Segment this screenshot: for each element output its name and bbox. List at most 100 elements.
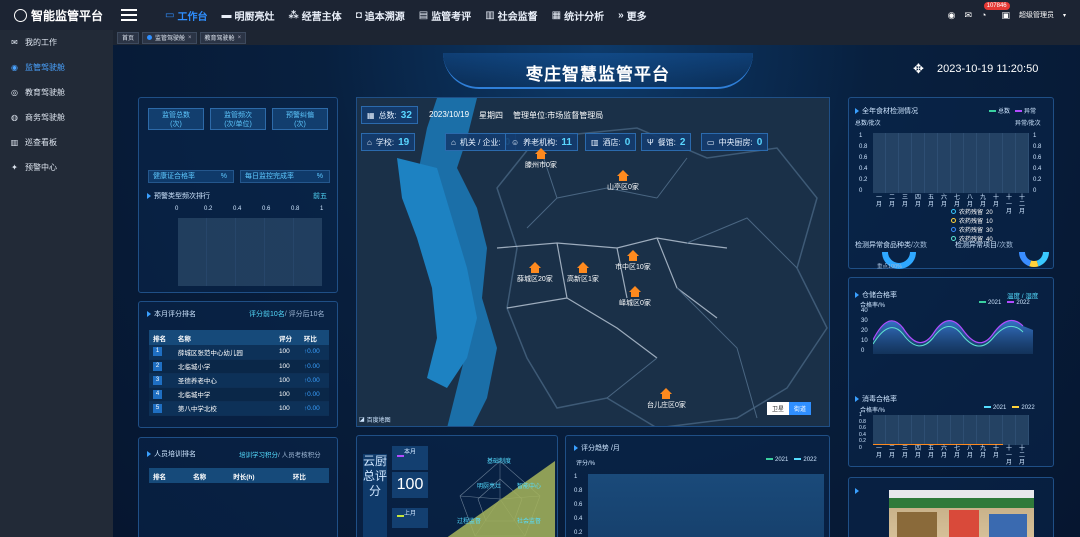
trend-ytick: 0.6 [574, 502, 583, 508]
table-row[interactable]: 4 北临城中学 100 ↑0.00 [149, 387, 329, 402]
nav-item-7[interactable]: » 更多 [618, 8, 647, 23]
sidebar-item-0[interactable]: ✉ 我的工作 [0, 30, 113, 55]
live-photo-panel [848, 477, 1054, 537]
sidebar-item-1[interactable]: ◉ 监管驾驶舱 [0, 55, 113, 80]
sidebar-item-4[interactable]: ▥ 巡查看板 [0, 130, 113, 155]
food-test-legend-abnormal[interactable]: 异常 [1015, 106, 1036, 115]
abnormal-legend-item[interactable]: 农药残留 10 [951, 216, 993, 225]
map-marker-1[interactable]: 山亭区0家 [607, 170, 639, 192]
map-marker-3[interactable]: 高新区1家 [567, 262, 599, 284]
cell-name: 北临城小学 [177, 364, 211, 371]
trend-legend-2021[interactable]: 2021 [766, 457, 788, 463]
brand[interactable]: 智能监管平台 [0, 7, 113, 24]
map-marker-0[interactable]: 滕州市0家 [525, 148, 557, 170]
tab-1[interactable]: 监管驾驶舱 × [142, 31, 197, 44]
score-bottom-tab[interactable]: / 评分后10名 [285, 311, 325, 318]
legend-ring-icon [951, 209, 956, 214]
kitchen-photo[interactable] [889, 490, 1034, 537]
cloud-kitchen-panel: 云厨总评分 本月 100 上月 基础制度 明厨亮灶 智能中心 过程监督 社会监督 [356, 435, 558, 537]
map-marker-5[interactable]: 峄城区0家 [619, 286, 651, 308]
map-filter-chip-5[interactable]: ▭ 中央厨房: 0 [701, 133, 769, 151]
fullscreen-icon[interactable]: ✥ [913, 61, 924, 77]
nav-item-1[interactable]: ▬ 明厨亮灶 [221, 8, 274, 23]
stat-button-2[interactable]: 预警纠偏 (次) [272, 108, 328, 130]
cell-score: 100 [278, 376, 290, 384]
nav-item-2[interactable]: ⁂ 经营主体 [288, 8, 341, 23]
legend-name: 农药残留 [959, 237, 984, 243]
radar-label: 基础制度 [487, 459, 512, 465]
satellite-map-button[interactable]: 卫星 [767, 402, 790, 415]
location-pin-base [618, 176, 627, 181]
warning-rank-tick: 0.8 [291, 206, 300, 212]
food-test-legend-abnormal-label: 异常 [1024, 109, 1037, 115]
stat-label: 监管总数 [162, 112, 190, 119]
storage-legend-2022[interactable]: 2022 [1007, 300, 1030, 306]
close-icon[interactable]: × [188, 35, 192, 41]
month-label: 十月 [992, 446, 999, 459]
settings-icon[interactable]: ▣ [1001, 10, 1010, 21]
nav-item-4[interactable]: ▤ 监管考评 [419, 8, 471, 23]
score-top-tab[interactable]: 评分前10名 [249, 311, 285, 318]
tab-label: 首页 [122, 36, 135, 42]
month-label: 五月 [927, 195, 934, 208]
sitemap-icon: ⁂ [288, 9, 299, 21]
trend-legend-2022[interactable]: 2022 [794, 457, 817, 463]
map-marker-6[interactable]: 台儿庄区0家 [647, 388, 686, 410]
table-row[interactable]: 5 第八中学北校 100 ↑0.00 [149, 401, 329, 416]
table-row[interactable]: 2 北临城小学 100 ↑0.00 [149, 359, 329, 374]
storage-ytick: 0 [861, 348, 865, 354]
food-test-ytick-right: 0.4 [1033, 166, 1042, 172]
storage-ytick: 20 [861, 328, 868, 334]
month-label: 十二月 [1018, 446, 1025, 466]
map-marker-4[interactable]: 市中区10家 [615, 250, 651, 272]
notification-bell-icon[interactable]: ◔ [981, 10, 986, 20]
training-points-tab[interactable]: 培训学习积分 [239, 452, 278, 459]
storage-tag[interactable]: 温度 / 湿度 [1007, 290, 1038, 300]
table-header-cell: 环比 [288, 468, 329, 483]
map-panel[interactable]: ▦ 总数: 32 2023/10/19 星期四 管理单位:市场监督管理局 ⌂ 学校: 19 ⌂ 机… [356, 97, 830, 427]
close-icon[interactable]: × [238, 35, 242, 41]
globe-icon[interactable]: ◉ [948, 10, 956, 21]
map-filter-chip-4[interactable]: Ψ 餐馆: 2 [641, 133, 692, 151]
training-rank-panel: 人员培训排名 培训学习积分/ 人员考核积分 排名 名称 时长(h) 环比 [138, 437, 338, 537]
table-row[interactable]: 1 薛城区张范中心幼儿园 100 ↑0.00 [149, 345, 329, 360]
street-map-button[interactable]: 街道 [789, 402, 812, 415]
nav-item-3[interactable]: ◘ 追本溯源 [356, 8, 405, 23]
exam-points-tab[interactable]: / 人员考核积分 [278, 452, 321, 459]
table-row[interactable]: 3 圣德养老中心 100 ↑0.00 [149, 373, 329, 388]
tab-0[interactable]: 首页 [117, 31, 140, 44]
warning-rank-tick: 0 [175, 206, 179, 212]
hotel-icon: ▥ [591, 137, 599, 147]
nav-item-6[interactable]: ▦ 统计分析 [552, 8, 604, 23]
food-test-ytick-left: 0.4 [859, 166, 868, 172]
disinfect-legend-2021[interactable]: 2021 [984, 405, 1006, 411]
storage-legend-2021[interactable]: 2021 [979, 300, 1001, 306]
stat-button-0[interactable]: 监管总数 (次) [148, 108, 204, 130]
disinfect-legend-2022[interactable]: 2022 [1012, 405, 1035, 411]
cell-score: 100 [278, 390, 290, 398]
abnormal-legend-item[interactable]: 农药残留 30 [951, 225, 993, 234]
cell-mom: ↑0.00 [303, 376, 320, 384]
compass-icon: ◎ [11, 88, 18, 97]
abnormal-legend-item[interactable]: 农药残留 20 [951, 207, 993, 216]
user-menu[interactable]: 超级管理员 [1019, 10, 1054, 20]
warning-rank-tag[interactable]: 前五 [313, 191, 327, 201]
menu-toggle-icon[interactable] [121, 9, 137, 21]
map-filter-chip-3[interactable]: ▥ 酒店: 0 [585, 133, 637, 151]
chevron-down-icon[interactable]: ▾ [1063, 12, 1066, 19]
nav-item-5[interactable]: ▥ 社会监督 [485, 8, 537, 23]
mail-icon[interactable]: ✉ [964, 10, 972, 21]
abnormal-legend-item[interactable]: 农药残留 40 [951, 234, 993, 243]
food-test-legend-total[interactable]: 总数 [989, 106, 1010, 115]
map-marker-2[interactable]: 薛城区20家 [517, 262, 553, 284]
sidebar-item-2[interactable]: ◎ 教育驾驶舱 [0, 80, 113, 105]
map-filter-chip-0[interactable]: ⌂ 学校: 19 [361, 133, 416, 151]
abnormal-food-title: 检测异常食品种类 [855, 242, 911, 249]
tab-2[interactable]: 教育驾驶舱 × [199, 31, 247, 44]
nav-item-0[interactable]: ▭ 工作台 [165, 8, 207, 23]
sidebar-item-3[interactable]: ◍ 商务驾驶舱 [0, 105, 113, 130]
stat-button-1[interactable]: 监管频次 (次/单位) [210, 108, 266, 130]
app-title: 智能监管平台 [31, 8, 104, 23]
sidebar-item-label: 我的工作 [25, 38, 57, 47]
sidebar-item-5[interactable]: ✦ 预警中心 [0, 155, 113, 180]
